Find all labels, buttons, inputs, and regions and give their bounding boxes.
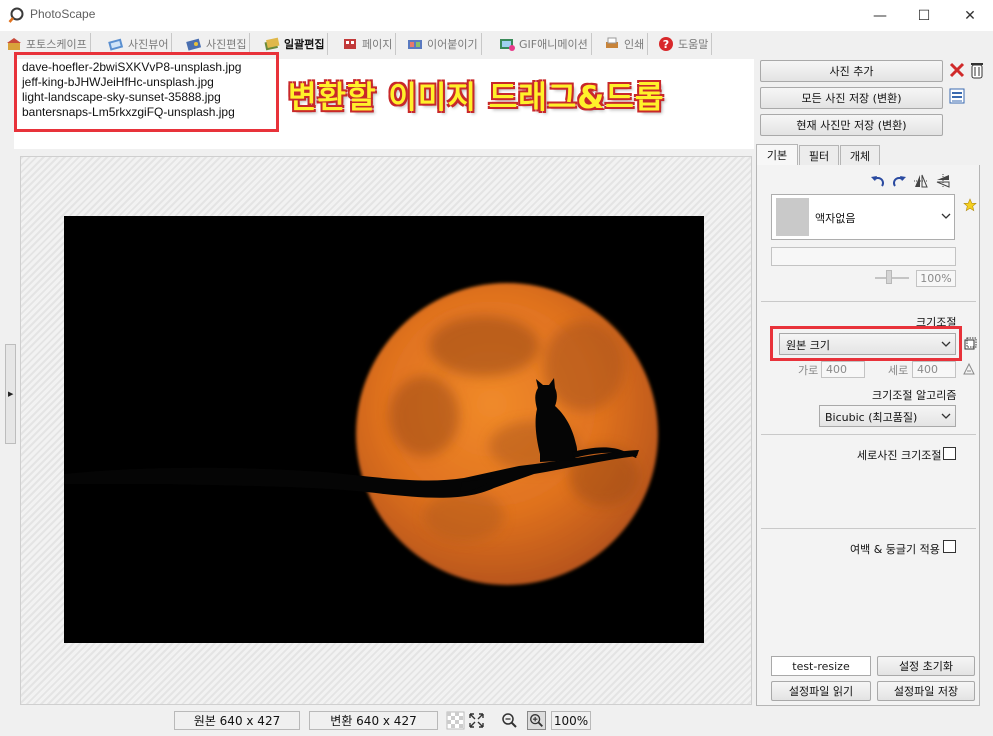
rotate-right-icon[interactable] <box>891 173 907 189</box>
tab-page[interactable]: 페이지 <box>340 33 397 55</box>
maximize-button[interactable]: ☐ <box>901 0 947 31</box>
zoom-level-status: 100% <box>551 711 591 730</box>
chevron-down-icon <box>941 213 951 219</box>
photoscape-logo-icon <box>8 7 24 23</box>
original-size-status: 원본 640 x 427 <box>174 711 300 730</box>
photo-edit-icon <box>186 38 202 51</box>
tab-basic[interactable]: 기본 <box>756 144 798 165</box>
chevron-down-icon <box>941 413 951 419</box>
save-current-button[interactable]: 현재 사진만 저장 (변환) <box>760 114 943 136</box>
print-icon <box>606 37 618 48</box>
favorite-star-icon[interactable] <box>963 198 977 212</box>
frame-option-field <box>771 247 956 266</box>
page-icon <box>344 39 356 49</box>
trash-icon[interactable] <box>969 61 985 79</box>
resize-highlight-box <box>770 326 962 361</box>
preview-photo <box>64 216 704 643</box>
height-input[interactable]: 400 <box>912 361 956 378</box>
aspect-ratio-icon[interactable] <box>962 362 976 376</box>
help-icon: ? <box>659 37 673 51</box>
margin-round-label: 여백 & 둥글기 적용 <box>850 543 940 556</box>
portrait-resize-checkbox[interactable] <box>943 447 956 460</box>
gif-animation-icon <box>500 39 515 51</box>
zoom-out-icon[interactable] <box>500 711 519 730</box>
fit-to-window-icon[interactable] <box>467 711 486 730</box>
tab-gif-animation[interactable]: GIF애니메이션 <box>497 33 592 55</box>
photoscape-home-icon <box>7 38 21 50</box>
frame-size-slider[interactable] <box>886 270 892 284</box>
tab-filter[interactable]: 필터 <box>799 145 839 165</box>
title-bar <box>0 0 993 31</box>
save-all-button[interactable]: 모든 사진 저장 (변환) <box>760 87 943 109</box>
tab-label: 도움말 <box>678 38 709 51</box>
checkerboard-toggle-icon[interactable] <box>446 711 465 730</box>
custom-size-icon[interactable] <box>964 337 977 350</box>
preset-name-field[interactable]: test-resize <box>771 656 871 676</box>
reset-settings-button[interactable]: 설정 초기화 <box>877 656 975 676</box>
converted-size-status: 변환 640 x 427 <box>309 711 438 730</box>
divider <box>761 528 976 529</box>
tab-label: 사진뷰어 <box>128 38 169 51</box>
save-options-icon[interactable] <box>949 88 965 104</box>
divider <box>761 434 976 435</box>
save-settings-button[interactable]: 설정파일 저장 <box>877 681 975 701</box>
resize-algorithm-value: Bicubic (최고품질) <box>825 411 918 424</box>
svg-text:?: ? <box>663 38 669 51</box>
width-label: 가로 <box>798 364 819 377</box>
expand-arrow-icon: ▶ <box>8 390 14 398</box>
divider <box>761 301 976 302</box>
frame-select-value: 액자없음 <box>815 212 856 225</box>
flip-horizontal-icon[interactable] <box>913 173 929 189</box>
tab-combine[interactable]: 이어붙이기 <box>405 33 482 55</box>
tab-object[interactable]: 개체 <box>840 145 880 165</box>
tab-label: 페이지 <box>362 38 393 51</box>
tab-label: 이어붙이기 <box>427 38 478 51</box>
tab-label: 일괄편집 <box>284 38 325 51</box>
remove-photo-icon[interactable] <box>949 62 965 78</box>
add-photo-button[interactable]: 사진 추가 <box>760 60 943 82</box>
frame-size-slider-track <box>875 277 909 279</box>
drag-drop-annotation: 변환할 이미지 드래그&드롭 <box>288 80 665 116</box>
tab-help[interactable]: ? 도움말 <box>656 33 713 55</box>
tab-label: 포토스케이프 <box>26 38 87 51</box>
close-button[interactable]: ✕ <box>947 0 993 31</box>
window-title: PhotoScape <box>30 7 96 21</box>
resize-algorithm-label: 크기조절 알고리즘 <box>872 389 957 402</box>
flip-vertical-icon[interactable] <box>935 173 951 189</box>
rotate-left-icon[interactable] <box>870 173 886 189</box>
frame-thumbnail <box>776 198 809 236</box>
tab-label: 사진편집 <box>206 38 247 51</box>
batch-edit-icon <box>264 37 280 51</box>
margin-round-checkbox[interactable] <box>943 540 956 553</box>
zoom-in-icon[interactable] <box>527 711 546 730</box>
width-input[interactable]: 400 <box>821 361 865 378</box>
file-list-highlight-box <box>14 52 279 132</box>
minimize-button[interactable]: — <box>857 0 903 31</box>
tab-label: GIF애니메이션 <box>519 38 588 51</box>
portrait-resize-label: 세로사진 크기조절 <box>857 449 942 462</box>
tab-print[interactable]: 인쇄 <box>602 33 649 55</box>
load-settings-button[interactable]: 설정파일 읽기 <box>771 681 871 701</box>
combine-icon <box>408 40 422 49</box>
tab-label: 인쇄 <box>624 38 645 51</box>
photo-viewer-icon <box>108 38 124 51</box>
frame-percent-field[interactable]: 100% <box>916 270 956 287</box>
height-label: 세로 <box>888 364 909 377</box>
moon-cat-image <box>64 283 658 585</box>
